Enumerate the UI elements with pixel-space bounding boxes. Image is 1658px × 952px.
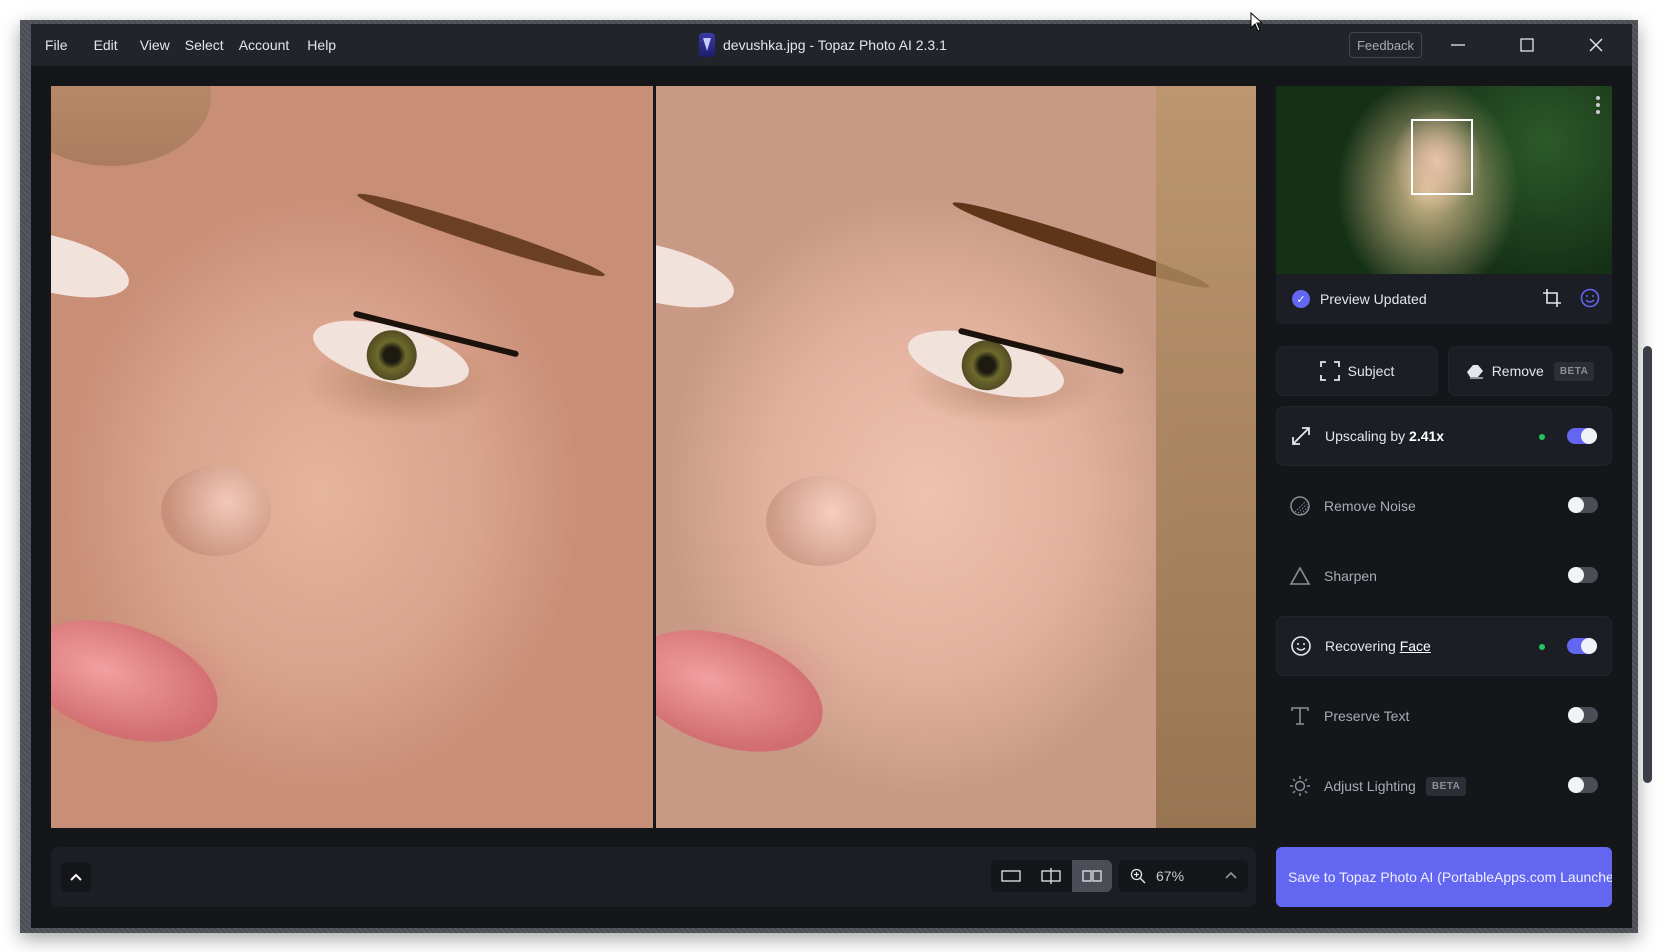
preview-status: Preview Updated bbox=[1320, 291, 1427, 307]
beta-badge: BETA bbox=[1425, 776, 1467, 796]
single-view-icon bbox=[1001, 870, 1021, 882]
beta-badge: BETA bbox=[1553, 361, 1595, 381]
eye-left-partial bbox=[656, 227, 741, 321]
close-icon bbox=[1589, 38, 1603, 52]
close-button[interactable] bbox=[1574, 24, 1618, 66]
enhanced-image-pane[interactable] bbox=[656, 86, 1256, 828]
check-icon: ✓ bbox=[1292, 290, 1310, 308]
feature-sharpen[interactable]: Sharpen bbox=[1276, 546, 1612, 606]
active-indicator bbox=[1539, 434, 1545, 440]
menu-file[interactable]: File bbox=[45, 37, 68, 53]
hair-region bbox=[51, 86, 211, 166]
crop-icon[interactable] bbox=[1542, 288, 1562, 313]
lips bbox=[51, 597, 234, 765]
more-options-icon[interactable] bbox=[1596, 96, 1600, 114]
side-by-side-view-button[interactable] bbox=[1072, 860, 1112, 892]
viewport-frame[interactable] bbox=[1411, 119, 1473, 195]
adjust-lighting-toggle[interactable] bbox=[1568, 777, 1598, 793]
feature-preserve-text[interactable]: Preserve Text bbox=[1276, 686, 1612, 746]
iris bbox=[361, 324, 423, 386]
minimize-button[interactable] bbox=[1436, 24, 1480, 66]
window-title-text: devushka.jpg - Topaz Photo AI 2.3.1 bbox=[723, 37, 947, 53]
lips bbox=[656, 607, 839, 775]
feature-adjust-lighting[interactable]: Adjust Lighting BETA bbox=[1276, 756, 1612, 816]
original-image-pane[interactable] bbox=[51, 86, 653, 828]
subject-label: Subject bbox=[1347, 363, 1395, 379]
upscaling-toggle[interactable] bbox=[1567, 428, 1597, 444]
feedback-button[interactable]: Feedback bbox=[1349, 32, 1422, 58]
expand-panel-button[interactable] bbox=[61, 862, 91, 892]
hair-region bbox=[1156, 86, 1256, 828]
title-bar: File Edit View Select Account Help devus… bbox=[31, 24, 1632, 66]
upscaling-prefix: Upscaling by bbox=[1325, 428, 1410, 444]
face-link[interactable]: Face bbox=[1400, 638, 1431, 654]
maximize-button[interactable] bbox=[1505, 24, 1549, 66]
side-by-side-view-icon bbox=[1082, 870, 1102, 882]
feature-label: Preserve Text bbox=[1324, 708, 1410, 724]
remove-button[interactable]: Remove BETA bbox=[1448, 346, 1612, 396]
single-view-button[interactable] bbox=[991, 860, 1031, 892]
feature-upscaling[interactable]: Upscaling by 2.41x bbox=[1276, 406, 1612, 466]
triangle-icon bbox=[1288, 564, 1312, 588]
upscaling-factor: 2.41x bbox=[1409, 428, 1445, 444]
topaz-gem-icon bbox=[699, 33, 715, 57]
view-mode-group bbox=[991, 860, 1112, 892]
preserve-text-toggle[interactable] bbox=[1568, 707, 1598, 723]
nose bbox=[766, 476, 876, 566]
feature-label: Sharpen bbox=[1324, 568, 1377, 584]
zoom-control[interactable]: 67% bbox=[1118, 860, 1248, 892]
eye bbox=[901, 317, 1071, 411]
menu-select[interactable]: Select bbox=[185, 37, 224, 53]
split-view-icon bbox=[1041, 868, 1061, 884]
feature-label: Recovering Face bbox=[1325, 638, 1431, 654]
navigator-thumbnail[interactable] bbox=[1276, 86, 1612, 274]
preview-status-bar: ✓ Preview Updated bbox=[1276, 274, 1612, 324]
subject-select-icon bbox=[1319, 361, 1340, 381]
feature-label: Adjust Lighting bbox=[1324, 778, 1416, 794]
feature-label: Upscaling by 2.41x bbox=[1325, 428, 1444, 444]
menu-account[interactable]: Account bbox=[239, 37, 290, 53]
menu-help[interactable]: Help bbox=[307, 37, 336, 53]
zoom-level: 67% bbox=[1156, 868, 1185, 884]
sharpen-toggle[interactable] bbox=[1568, 567, 1598, 583]
minimize-icon bbox=[1451, 44, 1465, 46]
upscale-arrows-icon bbox=[1289, 424, 1313, 448]
menu-edit[interactable]: Edit bbox=[94, 37, 118, 53]
save-button[interactable]: Save to Topaz Photo AI (PortableApps.com… bbox=[1276, 847, 1612, 907]
remove-noise-toggle[interactable] bbox=[1568, 497, 1598, 513]
eraser-icon bbox=[1466, 365, 1483, 379]
feature-label: Remove Noise bbox=[1324, 498, 1416, 514]
original-photo bbox=[51, 86, 653, 828]
noise-icon bbox=[1288, 494, 1312, 518]
enhanced-photo bbox=[656, 86, 1256, 828]
feature-recover-face[interactable]: Recovering Face bbox=[1276, 616, 1612, 676]
eye-left-partial bbox=[51, 217, 136, 311]
window-title: devushka.jpg - Topaz Photo AI 2.3.1 bbox=[699, 24, 947, 66]
recover-face-toggle[interactable] bbox=[1567, 638, 1597, 654]
menu-view[interactable]: View bbox=[140, 37, 170, 53]
app-window: File Edit View Select Account Help devus… bbox=[31, 24, 1652, 928]
zoom-menu-button[interactable] bbox=[1224, 868, 1238, 887]
sidebar-scrollbar[interactable] bbox=[1643, 346, 1652, 783]
recover-prefix: Recovering bbox=[1325, 638, 1400, 654]
bottom-toolbar: 67% bbox=[51, 847, 1256, 907]
sun-icon bbox=[1288, 774, 1312, 798]
nose bbox=[161, 466, 271, 556]
feature-remove-noise[interactable]: Remove Noise bbox=[1276, 476, 1612, 536]
chevron-up-icon bbox=[70, 873, 82, 881]
face-detect-icon[interactable] bbox=[1580, 288, 1600, 313]
remove-label: Remove bbox=[1491, 363, 1544, 379]
zoom-in-icon bbox=[1130, 868, 1146, 884]
eyebrow bbox=[354, 186, 608, 284]
chevron-up-icon bbox=[1225, 871, 1237, 879]
mouse-cursor bbox=[1250, 12, 1264, 32]
face-icon bbox=[1289, 634, 1313, 658]
subject-button[interactable]: Subject bbox=[1276, 346, 1438, 396]
maximize-icon bbox=[1520, 38, 1534, 52]
side-panel: ✓ Preview Updated Subject Remove BETA Up… bbox=[1276, 86, 1612, 928]
menu-bar: File Edit View Select Account Help bbox=[45, 24, 336, 66]
split-view-button[interactable] bbox=[1031, 860, 1071, 892]
active-indicator bbox=[1539, 644, 1545, 650]
text-icon bbox=[1288, 704, 1312, 728]
